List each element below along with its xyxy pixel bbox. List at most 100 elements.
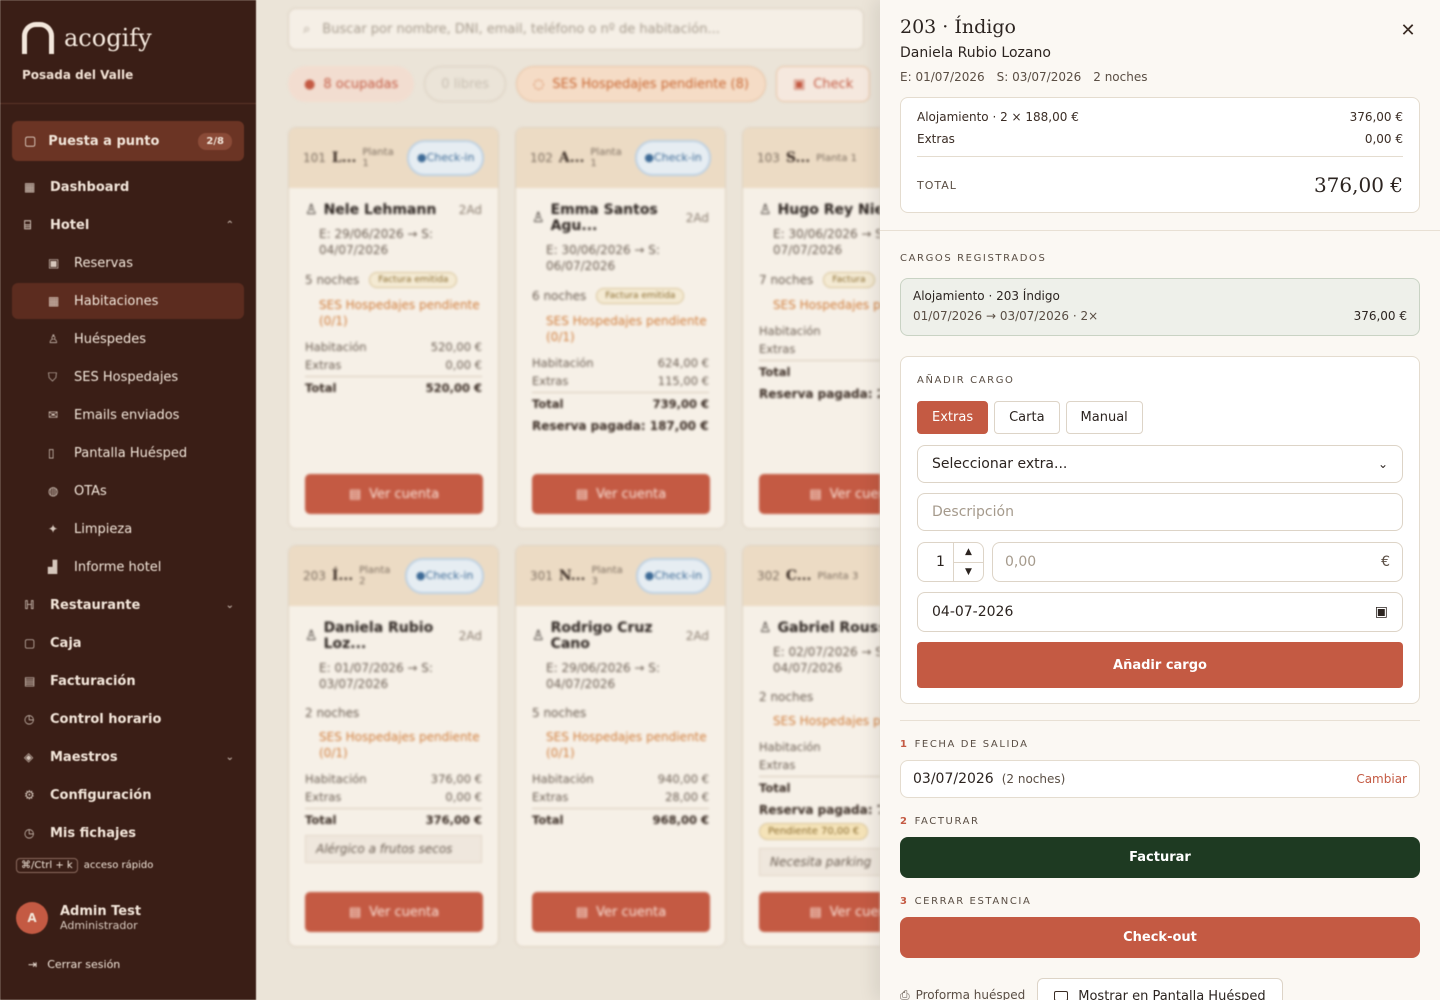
guest-name: Gabriel Rousseau: [777, 620, 880, 636]
logout-link[interactable]: ⇥ Cerrar sesión: [28, 958, 120, 971]
shield-icon: ⛉: [48, 369, 58, 384]
user-profile[interactable]: A Admin Test Administrador: [16, 902, 141, 934]
amount-input[interactable]: 0,00 €: [992, 542, 1403, 582]
room-card[interactable]: 301 N... Planta 3 ● Check-in ♙ Rodrigo Cruz C…: [515, 545, 726, 947]
room-card[interactable]: 103 S... Planta 1 ♙ Hugo Rey Nieto E: 30/06/2…: [742, 127, 880, 529]
sidebar-item-informe[interactable]: ▟ Informe hotel: [12, 549, 244, 585]
charge-item[interactable]: Alojamiento · 203 Índigo 01/07/2026 → 03…: [900, 278, 1420, 336]
sidebar-item-habitaciones[interactable]: ▦ Habitaciones: [12, 283, 244, 319]
user-name: Admin Test: [60, 904, 142, 919]
room-card-header: 302 C... Planta 3: [743, 546, 880, 606]
status-label: Check-in: [425, 568, 474, 582]
tab-manual[interactable]: Manual: [1065, 401, 1143, 434]
clipboard-icon: ▢: [24, 133, 37, 149]
sidebar-item-label: Limpieza: [74, 521, 133, 537]
sidebar-item-label: Habitaciones: [74, 293, 159, 309]
show-guest-screen-button[interactable]: Mostrar en Pantalla Huésped: [1037, 978, 1283, 1000]
sidebar-item-maestros[interactable]: ◈ Maestros ⌄: [12, 739, 244, 775]
divider: [0, 103, 256, 104]
calendar-icon[interactable]: ▣: [1375, 604, 1388, 620]
view-account-button[interactable]: ▤ Ver cuenta: [305, 892, 483, 932]
charges-heading: CARGOS REGISTRADOS: [900, 253, 1047, 264]
status-label: Check-in: [426, 150, 475, 164]
invoice-button[interactable]: Facturar: [900, 837, 1420, 878]
nights-count: 2 noches: [759, 690, 814, 705]
sidebar-item-fichajes[interactable]: ◷ Mis fichajes: [12, 815, 244, 851]
room-card[interactable]: 102 A... Planta 1 ● Check-in ♙ Emma Santos Ag…: [515, 127, 726, 529]
sidebar-item-ses[interactable]: ⛉ SES Hospedajes: [12, 359, 244, 395]
room-card-header: 102 A... Planta 1 ● Check-in: [516, 128, 725, 188]
total-label: Total: [759, 780, 791, 795]
chevron-up-icon: ⌃: [225, 219, 234, 231]
user-icon: ♙: [759, 620, 772, 636]
filter-free[interactable]: 0 libres: [424, 66, 507, 102]
increment-icon[interactable]: ▲: [954, 543, 983, 563]
sidebar-item-caja[interactable]: ▢ Caja: [12, 625, 244, 661]
checkin-status-button[interactable]: ● Check-in: [635, 558, 711, 594]
setup-button[interactable]: ▢ Puesta a punto 2/8: [12, 121, 244, 161]
room-card[interactable]: 203 Í... Planta 2 ● Check-in ♙ Daniela Rubio …: [288, 545, 499, 947]
checkin-status-button[interactable]: ● Check-in: [407, 140, 484, 176]
sidebar-item-control-horario[interactable]: ◷ Control horario: [12, 701, 244, 737]
view-account-button[interactable]: ▤ Ver cuenta: [532, 892, 710, 932]
sidebar-item-dashboard[interactable]: ▦ Dashboard: [12, 169, 244, 205]
view-account-button[interactable]: ▤ Ver cuenta: [532, 474, 710, 514]
charge-amount: 376,00 €: [1353, 309, 1407, 323]
receipt-icon: ▤: [809, 904, 822, 920]
extra-select[interactable]: Seleccionar extra... ⌄: [917, 445, 1403, 483]
room-floor: Planta 1: [362, 147, 394, 169]
sidebar-item-configuracion[interactable]: ⚙ Configuración: [12, 777, 244, 813]
sidebar-item-reservas[interactable]: ▣ Reservas: [12, 245, 244, 281]
summary-total: TOTAL 376,00 €: [917, 156, 1403, 197]
filter-occupied[interactable]: ● 8 ocupadas: [288, 66, 415, 102]
stay-dates: E: 02/07/2026 → S: 04/07/2026: [773, 645, 880, 676]
search-input[interactable]: ⌕ Buscar por nombre, DNI, email, teléfon…: [288, 8, 864, 50]
step-number: 1: [900, 739, 909, 750]
sidebar-item-guest-screen[interactable]: ▯ Pantalla Huésped: [12, 435, 244, 471]
sidebar-item-facturacion[interactable]: ▤ Facturación: [12, 663, 244, 699]
charge-type-tabs: Extras Carta Manual: [917, 401, 1143, 434]
room-number: 203: [303, 569, 326, 583]
checkout-button[interactable]: Check-out: [900, 917, 1420, 958]
view-account-label: Ver cuen: [829, 904, 880, 920]
filter-checkin[interactable]: ▣ Check: [775, 66, 871, 102]
quantity-stepper[interactable]: 1 ▲ ▼: [917, 542, 984, 582]
user-icon: ♙: [759, 202, 772, 218]
stay-dates: E: 30/06/2026 → S: 07/07/2026: [773, 227, 880, 258]
sidebar-item-hotel[interactable]: ⌸ Hotel ⌃: [12, 207, 244, 243]
sidebar-item-otas[interactable]: ◍ OTAs: [12, 473, 244, 509]
sidebar-item-huespedes[interactable]: ♙ Huéspedes: [12, 321, 244, 357]
step-label: FACTURAR: [914, 816, 980, 827]
room-card[interactable]: 302 C... Planta 3 ♙ Gabriel Rousseau E: 02/07…: [742, 545, 880, 947]
rooms-board: ⌕ Buscar por nombre, DNI, email, teléfon…: [256, 0, 880, 1000]
add-charge-button[interactable]: Añadir cargo: [917, 642, 1403, 688]
clock-icon: ◷: [24, 712, 35, 726]
charge-date-input[interactable]: 04-07-2026 ▣: [917, 592, 1403, 632]
room-card-header: 301 N... Planta 3 ● Check-in: [516, 546, 725, 606]
divider: [880, 230, 1440, 231]
change-exit-date-link[interactable]: Cambiar: [1356, 772, 1407, 786]
room-amount: 624,00 €: [657, 355, 709, 370]
room-card[interactable]: 101 L... Planta 1 ● Check-in ♙ Nele Lehmann 2A…: [288, 127, 499, 529]
panel-title: 203 · Índigo: [900, 16, 1016, 38]
filter-ses-pending[interactable]: ◌ SES Hospedajes pendiente (8): [516, 66, 766, 102]
tab-carta[interactable]: Carta: [994, 401, 1060, 434]
sidebar-item-emails[interactable]: ✉ Emails enviados: [12, 397, 244, 433]
lodging-amount: 376,00 €: [1349, 110, 1403, 124]
sidebar-item-restaurante[interactable]: ℍ Restaurante ⌄: [12, 587, 244, 623]
view-account-button[interactable]: ▤ Ver cuen: [759, 474, 880, 514]
view-account-button[interactable]: ▤ Ver cuenta: [305, 474, 483, 514]
logo[interactable]: acogify: [22, 22, 152, 54]
tab-extras[interactable]: Extras: [917, 401, 989, 434]
decrement-icon[interactable]: ▼: [954, 563, 983, 582]
proforma-link[interactable]: ⎙ Proforma huésped: [900, 988, 1025, 1000]
checkin-status-button[interactable]: ● Check-in: [635, 140, 711, 176]
sidebar-item-limpieza[interactable]: ✦ Limpieza: [12, 511, 244, 547]
paid-amount: Reserva pagada: 71,00: [759, 802, 880, 817]
description-input[interactable]: Descripción: [917, 493, 1403, 531]
checkin-status-button[interactable]: ● Check-in: [405, 558, 484, 594]
close-icon[interactable]: ✕: [1396, 20, 1420, 41]
view-account-button[interactable]: ▤ Ver cuen: [759, 892, 880, 932]
summary-row: Extras 0,00 €: [917, 132, 1403, 146]
room-number: 301: [530, 569, 553, 583]
